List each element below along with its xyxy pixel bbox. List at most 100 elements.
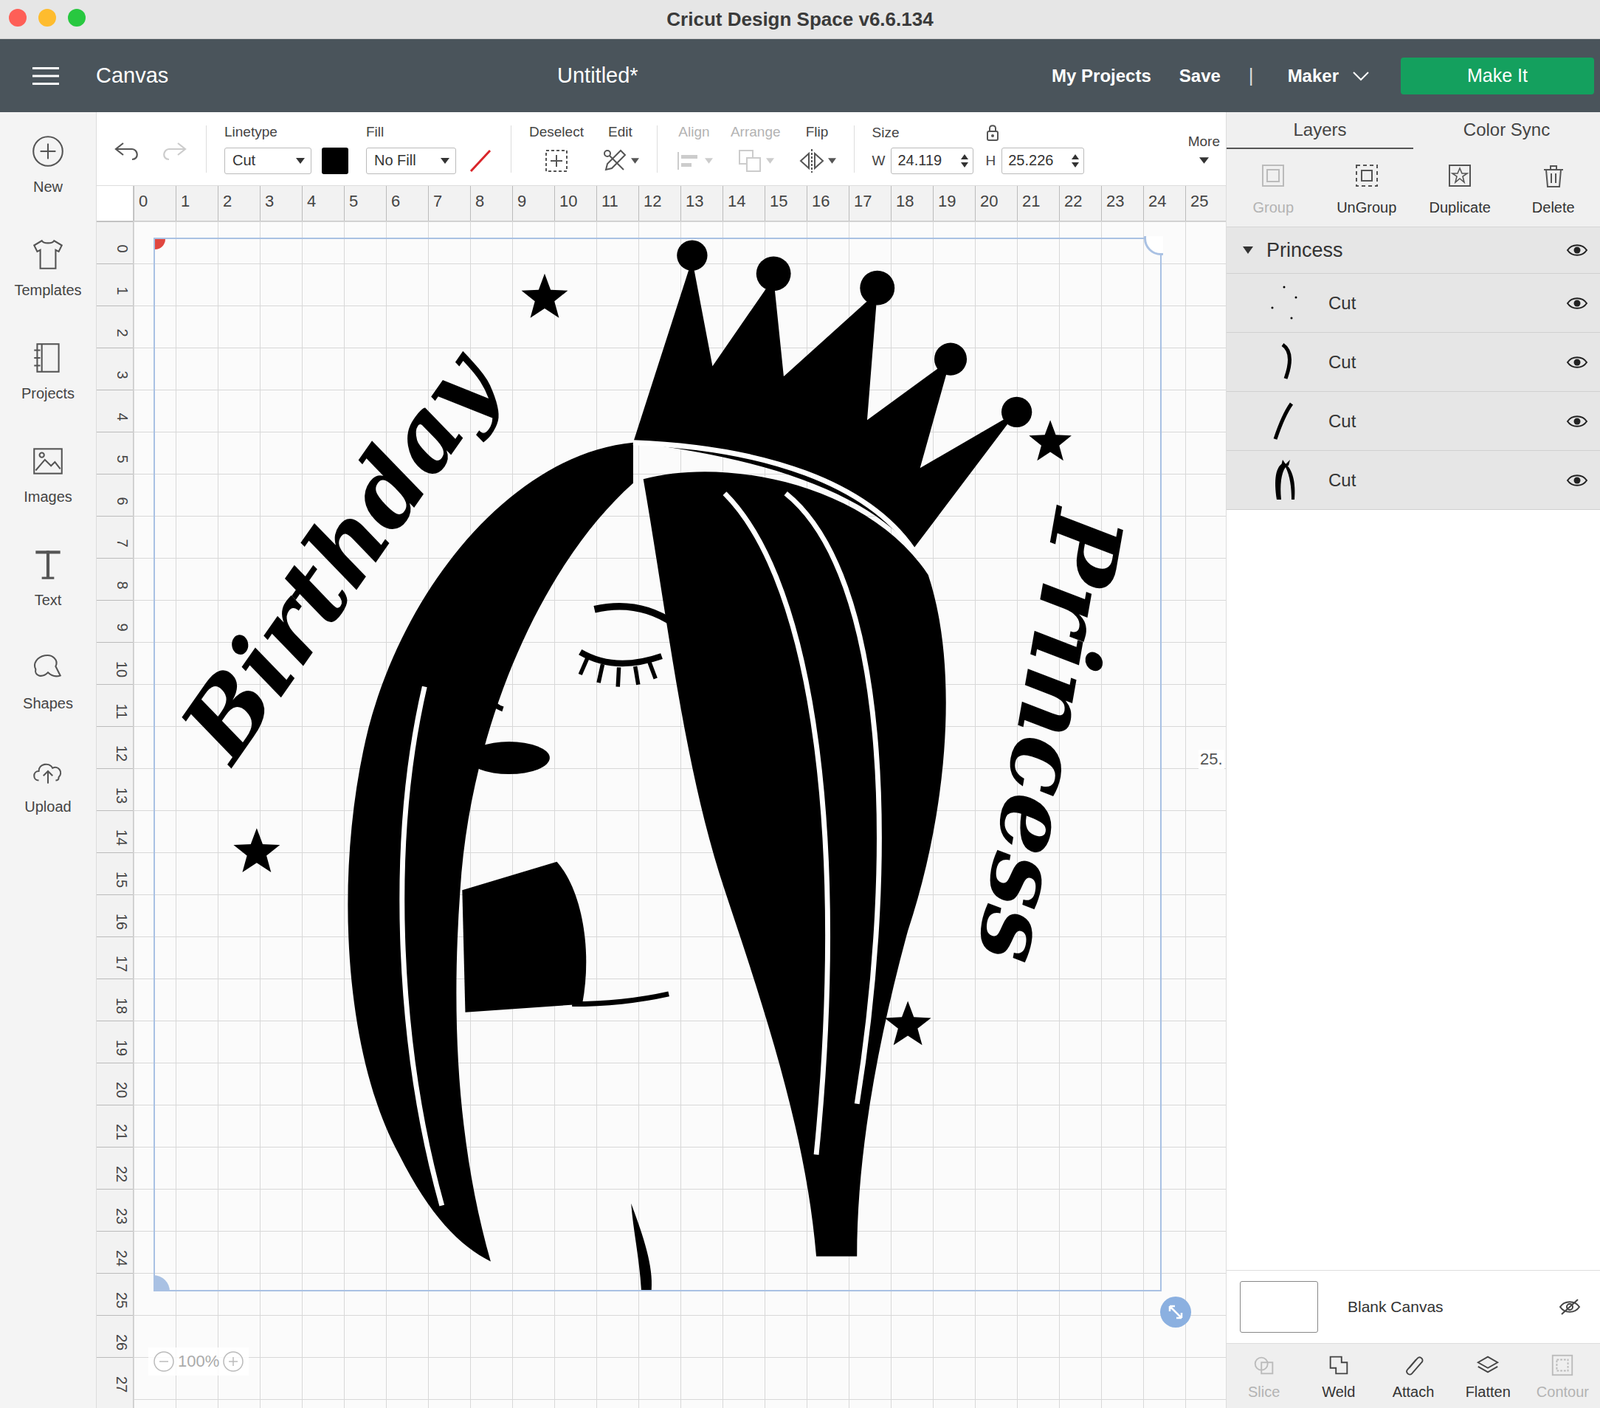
spinner-icon[interactable]: [1071, 152, 1079, 170]
ruler-mark: 20: [974, 185, 1017, 221]
bottom-action[interactable]: Attach: [1375, 1352, 1451, 1401]
layer-action[interactable]: UnGroup: [1320, 162, 1415, 217]
linetype-select[interactable]: Cut: [224, 147, 312, 175]
layer-row[interactable]: Cut: [1226, 450, 1600, 510]
sidebar-label: Images: [23, 488, 73, 506]
lock-handle[interactable]: [1143, 221, 1178, 256]
close-button[interactable]: [8, 8, 27, 27]
ruler-mark: 6: [96, 473, 133, 516]
zoom-in-icon[interactable]: [222, 1350, 245, 1373]
ruler-mark: 1: [175, 185, 218, 221]
layer-row[interactable]: Cut: [1226, 332, 1600, 392]
sidebar-item[interactable]: Templates: [0, 236, 96, 340]
nav-link[interactable]: Save: [1179, 65, 1221, 87]
nav-link[interactable]: My Projects: [1051, 65, 1152, 87]
ruler-mark: 24: [96, 1230, 133, 1274]
sidebar-item[interactable]: Text: [0, 546, 96, 650]
layer-action: Group: [1226, 162, 1321, 217]
linetype-color-swatch[interactable]: [321, 147, 349, 175]
sidebar-item[interactable]: Upload: [0, 752, 96, 857]
toolbar-tool[interactable]: Deselect: [529, 123, 584, 175]
height-label: H: [985, 152, 996, 170]
zoom-button[interactable]: [67, 8, 86, 27]
layer-list: Princess Cut Cut Cut Cut: [1226, 227, 1600, 510]
redo-icon: [158, 140, 189, 163]
eye-icon[interactable]: [1566, 473, 1589, 488]
caret-down-icon: [704, 157, 713, 164]
layer-row[interactable]: Cut: [1226, 391, 1600, 451]
eye-icon[interactable]: [1566, 354, 1589, 370]
fill-label: Fill: [366, 123, 384, 141]
sidebar-item[interactable]: Shapes: [0, 649, 96, 753]
panel-tab[interactable]: Layers: [1226, 112, 1414, 150]
layer-group[interactable]: Princess: [1226, 227, 1600, 274]
layer-row[interactable]: Cut: [1226, 273, 1600, 333]
zoom-out-icon[interactable]: [152, 1350, 175, 1373]
bottom-action[interactable]: Flatten: [1450, 1352, 1526, 1401]
make-it-button[interactable]: Make It: [1400, 57, 1595, 95]
ruler-mark: 12: [96, 726, 133, 769]
sidebar-icon: [29, 132, 67, 170]
selection-box[interactable]: BirthdayPrincess: [153, 237, 1162, 1292]
more-button[interactable]: More: [1188, 133, 1220, 164]
design-canvas[interactable]: BirthdayPrincess 25. 100%: [133, 221, 1226, 1408]
toolbar-tool[interactable]: Flip: [798, 123, 837, 175]
ruler-mark: 19: [932, 185, 975, 221]
ruler-mark: 21: [1016, 185, 1060, 221]
ruler-mark: 13: [96, 768, 133, 811]
delete-handle[interactable]: [137, 1275, 170, 1308]
eye-icon[interactable]: [1566, 414, 1589, 429]
section-title: Canvas: [95, 63, 169, 88]
bottom-action[interactable]: Weld: [1301, 1352, 1376, 1401]
sidebar-label: Projects: [21, 385, 75, 403]
document-title[interactable]: Untitled*: [557, 63, 1052, 88]
ruler-mark: 9: [512, 185, 555, 221]
canvas-color-swatch[interactable]: [1239, 1281, 1319, 1333]
ruler-mark: 6: [385, 185, 429, 221]
fill-select[interactable]: No Fill: [366, 147, 457, 175]
chevron-down-icon: [1352, 70, 1370, 82]
title-bar: Cricut Design Space v6.6.134: [0, 0, 1600, 40]
ruler-mark: 22: [96, 1146, 133, 1189]
toolbar-tool[interactable]: Edit: [601, 123, 640, 175]
ruler-mark: 16: [806, 185, 849, 221]
sidebar-item[interactable]: Projects: [0, 339, 96, 443]
sidebar-label: Templates: [14, 281, 82, 299]
panel-tab[interactable]: Color Sync: [1413, 112, 1600, 150]
ruler-mark: 18: [890, 185, 933, 221]
undo-icon[interactable]: [112, 140, 143, 163]
ruler-mark: 2: [217, 185, 260, 221]
ruler-mark: 14: [96, 810, 133, 853]
ruler-mark: 11: [596, 185, 639, 221]
eye-icon[interactable]: [1566, 295, 1589, 311]
sidebar-icon: [29, 752, 67, 790]
lock-closed-icon[interactable]: [985, 123, 1000, 142]
ruler-mark: 15: [96, 852, 133, 895]
spinner-icon[interactable]: [960, 152, 969, 170]
height-input[interactable]: 25.226: [1001, 147, 1085, 175]
top-nav: Canvas Untitled* My ProjectsSave | Maker…: [0, 39, 1600, 113]
rotate-handle[interactable]: [144, 228, 166, 250]
size-control: Size W 24.119 H 25.226: [872, 123, 1085, 175]
ruler-mark: 3: [259, 185, 302, 221]
dimension-label: 25.: [1198, 749, 1225, 770]
caret-down-icon[interactable]: [1242, 246, 1254, 254]
sidebar-icon: [29, 339, 67, 377]
menu-icon[interactable]: [32, 65, 60, 87]
action-icon: [1549, 1352, 1575, 1378]
eye-icon[interactable]: [1566, 242, 1589, 258]
resize-handle-icon[interactable]: [1159, 1295, 1192, 1329]
minimize-button[interactable]: [38, 8, 57, 27]
blank-canvas-row[interactable]: Blank Canvas: [1226, 1270, 1600, 1344]
sidebar-item[interactable]: New: [0, 132, 96, 237]
caret-down-icon: [766, 157, 775, 164]
sidebar-item[interactable]: Images: [0, 442, 96, 547]
width-input[interactable]: 24.119: [890, 147, 974, 175]
machine-select[interactable]: Maker: [1287, 65, 1370, 87]
no-fill-swatch-icon[interactable]: [466, 147, 493, 175]
eye-hidden-icon[interactable]: [1558, 1298, 1581, 1316]
sidebar-icon: [29, 649, 67, 687]
window-title: Cricut Design Space v6.6.134: [666, 8, 933, 31]
layer-action[interactable]: Delete: [1507, 162, 1600, 217]
layer-action[interactable]: Duplicate: [1413, 162, 1508, 217]
